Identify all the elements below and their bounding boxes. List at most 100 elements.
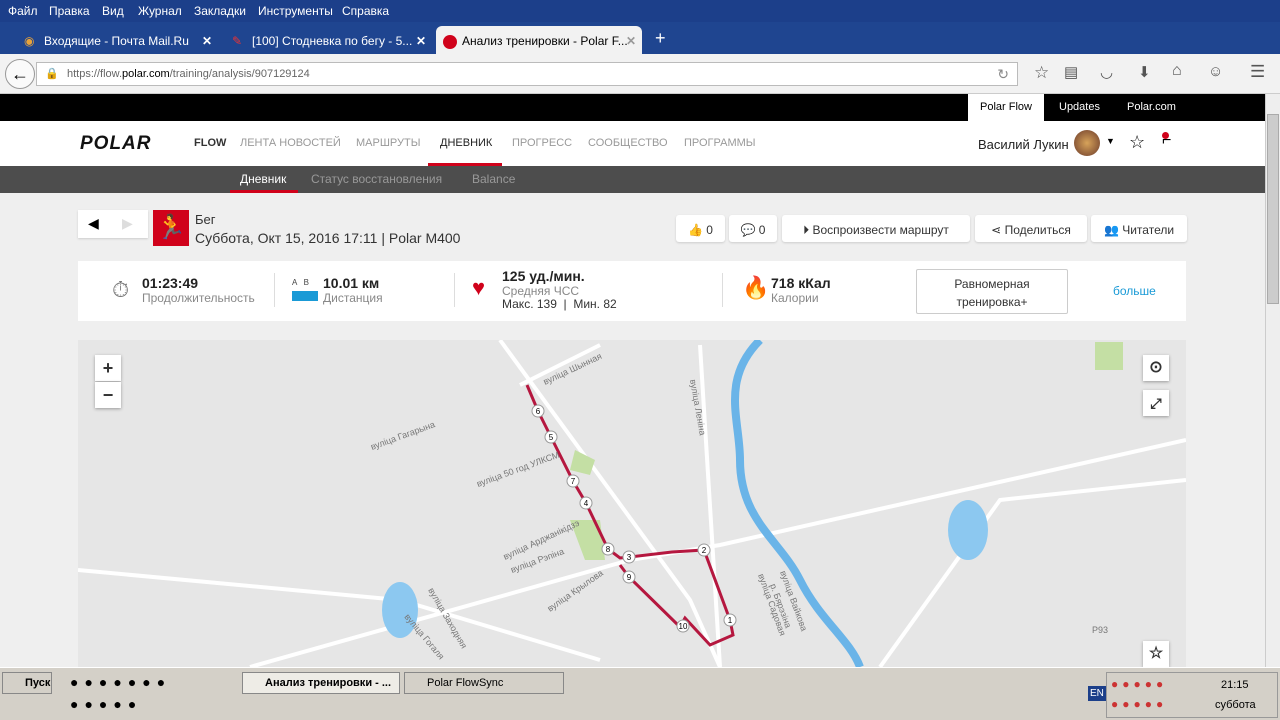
people-icon: 👥 — [1103, 223, 1119, 237]
start-button[interactable]: Пуск — [2, 672, 52, 694]
park — [1095, 342, 1123, 370]
polar-favicon — [443, 35, 457, 49]
nav-diary[interactable]: ДНЕВНИК — [440, 137, 492, 149]
lake — [948, 500, 988, 560]
menu-help[interactable]: Справка — [342, 4, 389, 18]
close-icon[interactable]: ✕ — [416, 34, 426, 48]
nav-progress[interactable]: ПРОГРЕСС — [512, 137, 572, 149]
flame-icon: 🔥 — [742, 275, 770, 300]
zoom-in-button[interactable]: + — [95, 355, 121, 381]
url-path: /training/analysis/907129124 — [169, 68, 310, 80]
fullscreen-icon[interactable]: ⤢ — [1143, 390, 1169, 416]
nav-feed[interactable]: ЛЕНТА НОВОСТЕЙ — [240, 137, 341, 149]
km-marker[interactable]: 3 — [622, 550, 636, 564]
close-icon[interactable]: ✕ — [202, 34, 212, 48]
tab-mail[interactable]: ◉ Входящие - Почта Mail.Ru ✕ — [18, 26, 218, 54]
menu-history[interactable]: Журнал — [138, 4, 182, 18]
favorite-star-icon[interactable]: ☆ — [1143, 641, 1169, 667]
readers-button[interactable]: 👥 Читатели — [1091, 215, 1187, 242]
menu-bar: Файл Правка Вид Журнал Закладки Инструме… — [0, 0, 1280, 22]
avatar[interactable] — [1074, 130, 1100, 156]
tab-100days[interactable]: ✎ [100] Стодневка по бегу - 5... ✕ — [226, 26, 432, 54]
nav-programs[interactable]: ПРОГРАММЫ — [684, 137, 756, 149]
km-marker[interactable]: 6 — [531, 404, 545, 418]
subnav-balance[interactable]: Balance — [472, 172, 515, 186]
distance-value: 10.01 км — [323, 275, 380, 291]
tab-polar[interactable]: Анализ тренировки - Polar F... ✕ — [436, 26, 642, 54]
taskbar-item-firefox[interactable]: Анализ тренировки - ... — [242, 672, 400, 694]
download-icon[interactable]: ⬇ — [1138, 63, 1151, 81]
route-map[interactable]: 1 2 3 4 5 6 7 8 9 10 вуліца Шынная вуліца Леніна ву… — [78, 340, 1186, 667]
training-benefit-button[interactable]: Равномерная тренировка+ — [916, 269, 1068, 314]
menu-bookmarks[interactable]: Закладки — [194, 4, 246, 18]
like-button[interactable]: 👍 0 — [676, 215, 725, 242]
quick-launch-icons[interactable]: ●●●●●●● — [70, 674, 171, 690]
taskbar-item-flowsync[interactable]: Polar FlowSync — [404, 672, 564, 694]
close-icon[interactable]: ✕ — [626, 34, 636, 48]
reload-icon[interactable]: ↻ — [997, 66, 1009, 83]
more-link[interactable]: больше — [1113, 284, 1156, 298]
chat-icon[interactable]: ☺ — [1208, 63, 1223, 80]
scrollbar-thumb[interactable] — [1267, 114, 1279, 304]
svg-text:2: 2 — [702, 546, 707, 555]
prev-arrow-icon[interactable]: ◀ — [88, 215, 99, 232]
km-marker[interactable]: 8 — [601, 542, 615, 556]
url-field[interactable]: 🔒 https://flow.polar.com/training/analys… — [36, 62, 1018, 86]
comment-button[interactable]: 💬 0 — [729, 215, 777, 242]
comment-count: 0 — [758, 223, 766, 237]
map-canvas: 12345678910 вуліца Шыннаявуліца Ленінаву… — [78, 340, 1186, 667]
divider — [722, 273, 723, 307]
share-button[interactable]: ⋖ Поделиться — [975, 215, 1087, 242]
system-tray: ●●●●● ●●●●● 21:15 суббота — [1106, 672, 1278, 718]
tray-icons[interactable]: ●●●●● — [1111, 677, 1167, 691]
language-indicator[interactable]: EN — [1088, 686, 1106, 701]
subnav-diary[interactable]: Дневник — [240, 172, 286, 186]
km-marker[interactable]: 5 — [544, 430, 558, 444]
locate-icon[interactable]: ⊙ — [1143, 355, 1169, 381]
clock-time: 21:15 — [1221, 679, 1249, 691]
km-marker[interactable]: 1 — [723, 613, 737, 627]
km-marker[interactable]: 10 — [676, 619, 690, 633]
hr-value: 125 уд./мин. — [502, 268, 585, 284]
reading-list-icon[interactable]: ▤ — [1064, 63, 1078, 81]
new-tab-button[interactable]: + — [655, 28, 666, 49]
km-marker[interactable]: 7 — [566, 474, 580, 488]
back-button[interactable]: ← — [5, 59, 35, 89]
duration-value: 01:23:49 — [142, 275, 199, 291]
km-marker[interactable]: 9 — [622, 570, 636, 584]
zoom-out-button[interactable]: − — [95, 382, 121, 408]
svg-text:7: 7 — [571, 477, 576, 486]
menu-tools[interactable]: Инструменты — [258, 4, 333, 18]
menu-edit[interactable]: Правка — [49, 4, 90, 18]
replay-route-button[interactable]: ⏵ Воспроизвести маршрут — [782, 215, 970, 242]
nav-community[interactable]: СООБЩЕСТВО — [588, 137, 668, 149]
km-marker[interactable]: 2 — [697, 543, 711, 557]
tray-icons[interactable]: ●●●●● — [1111, 697, 1167, 711]
link-polar-com[interactable]: Polar.com — [1127, 94, 1176, 121]
user-name[interactable]: Василий Лукин — [978, 137, 1069, 152]
km-marker[interactable]: 4 — [579, 496, 593, 510]
page-scrollbar[interactable] — [1265, 94, 1280, 667]
hamburger-menu-icon[interactable]: ☰ — [1250, 62, 1265, 82]
bookmark-star-icon[interactable]: ☆ — [1034, 63, 1049, 83]
home-icon[interactable]: ⌂ — [1172, 62, 1182, 80]
star-icon[interactable]: ☆ — [1129, 132, 1145, 153]
play-icon: ⏵ — [803, 223, 810, 237]
chevron-down-icon[interactable]: ▼ — [1106, 136, 1115, 146]
link-updates[interactable]: Updates — [1059, 94, 1100, 121]
site-icon: ✎ — [232, 34, 243, 48]
nav-routes[interactable]: МАРШРУТЫ — [356, 137, 420, 149]
thumbs-up-icon: 👍 — [688, 223, 703, 237]
polar-logo[interactable]: POLAR — [80, 133, 152, 155]
sub-nav: Дневник Статус восстановления Balance — [0, 166, 1265, 193]
quick-launch-icons[interactable]: ●●●●● — [70, 696, 142, 712]
link-polar-flow[interactable]: Polar Flow — [968, 94, 1044, 121]
next-arrow-icon[interactable]: ▶ — [122, 215, 133, 232]
duration-label: Продолжительность — [142, 291, 255, 305]
subnav-recovery[interactable]: Статус восстановления — [311, 172, 442, 186]
menu-file[interactable]: Файл — [8, 4, 38, 18]
pocket-icon[interactable]: ◡ — [1100, 63, 1113, 81]
share-icon: ⋖ — [991, 223, 1002, 237]
menu-view[interactable]: Вид — [102, 4, 124, 18]
replay-label: Воспроизвести маршрут — [812, 223, 949, 237]
